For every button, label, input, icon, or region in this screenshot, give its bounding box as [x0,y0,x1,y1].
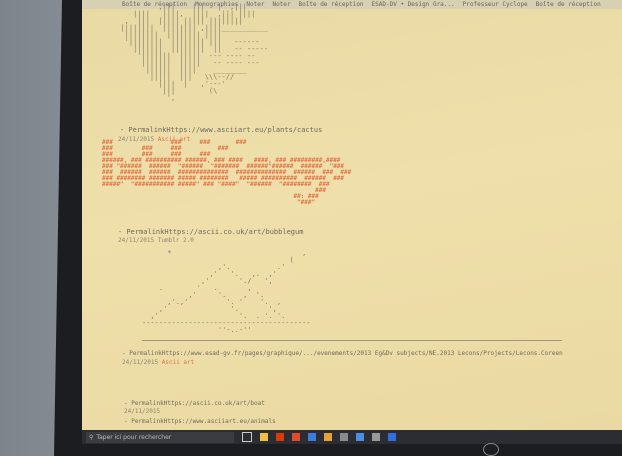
bookmark-item[interactable]: Professeur Cyclope [463,1,528,8]
bookmark-item[interactable]: ESAD-DV • Design Gra... [372,1,455,8]
monitor-screen: Boîte de réception Monographies Noter No… [82,0,622,430]
search-icon: ⚲ [89,433,94,441]
post-date-value: 24/11/2015 [122,359,159,366]
app-icon[interactable] [340,433,348,441]
ascii-art-cactus: ,||| ||| | ,||| |||| ||||, |||| ,||| |||… [120,3,268,102]
post-tag[interactable]: Tumblr 2.0 [158,237,194,244]
bookmark-item[interactable]: Boîte de réception [536,1,601,8]
search-placeholder: Taper ici pour rechercher [96,433,172,441]
post-date: 24/11/2015 Tumblr 2.0 [118,237,194,244]
permalink-cactus[interactable]: - PermalinkHttps://www.asciiart.eu/plant… [120,126,322,134]
app-icon[interactable] [356,433,364,441]
divider [142,340,562,341]
bookmark-item[interactable]: Noter [272,1,290,8]
bookmark-item[interactable]: Boîte de réception [299,1,364,8]
post-date: 24/11/2015 [124,408,161,415]
task-view-icon[interactable] [242,432,252,442]
photo-scene: Boîte de réception Monographies Noter No… [0,0,622,456]
app-icon[interactable] [372,433,380,441]
permalink-esad[interactable]: - PermalinkHttps://www.esad-gv.fr/pages/… [122,350,563,357]
permalink-boat[interactable]: - PermalinkHttps://ascii.co.uk/art/boat [124,400,265,407]
app-icon[interactable] [388,433,396,441]
taskbar-search[interactable]: ⚲ Taper ici pour rechercher [86,431,234,443]
post-date-value: 24/11/2015 [118,237,155,244]
ascii-art-mountains: * , ( ,'. .' ,' '. ,. ,' ,' './ ', . ' .… [142,249,311,334]
office-icon[interactable] [276,433,284,441]
ascii-art-text-banner: ### ### ### ### ### ### ### ### ### ### … [102,139,352,206]
windows-taskbar: ⚲ Taper ici pour rechercher [82,430,622,444]
app-icon[interactable] [308,433,316,441]
permalink-animals[interactable]: - PermalinkHttps://www.asciiart.eu/anima… [124,418,276,425]
permalink-bubblegum[interactable]: - PermalinkHttps://ascii.co.uk/art/bubbl… [118,228,303,236]
file-explorer-icon[interactable] [260,433,268,441]
app-icon[interactable] [324,433,332,441]
hp-logo-icon [483,443,499,456]
app-icon[interactable] [292,433,300,441]
post-tag[interactable]: Ascii art [162,359,195,366]
post-date: 24/11/2015 Ascii art [122,359,194,366]
